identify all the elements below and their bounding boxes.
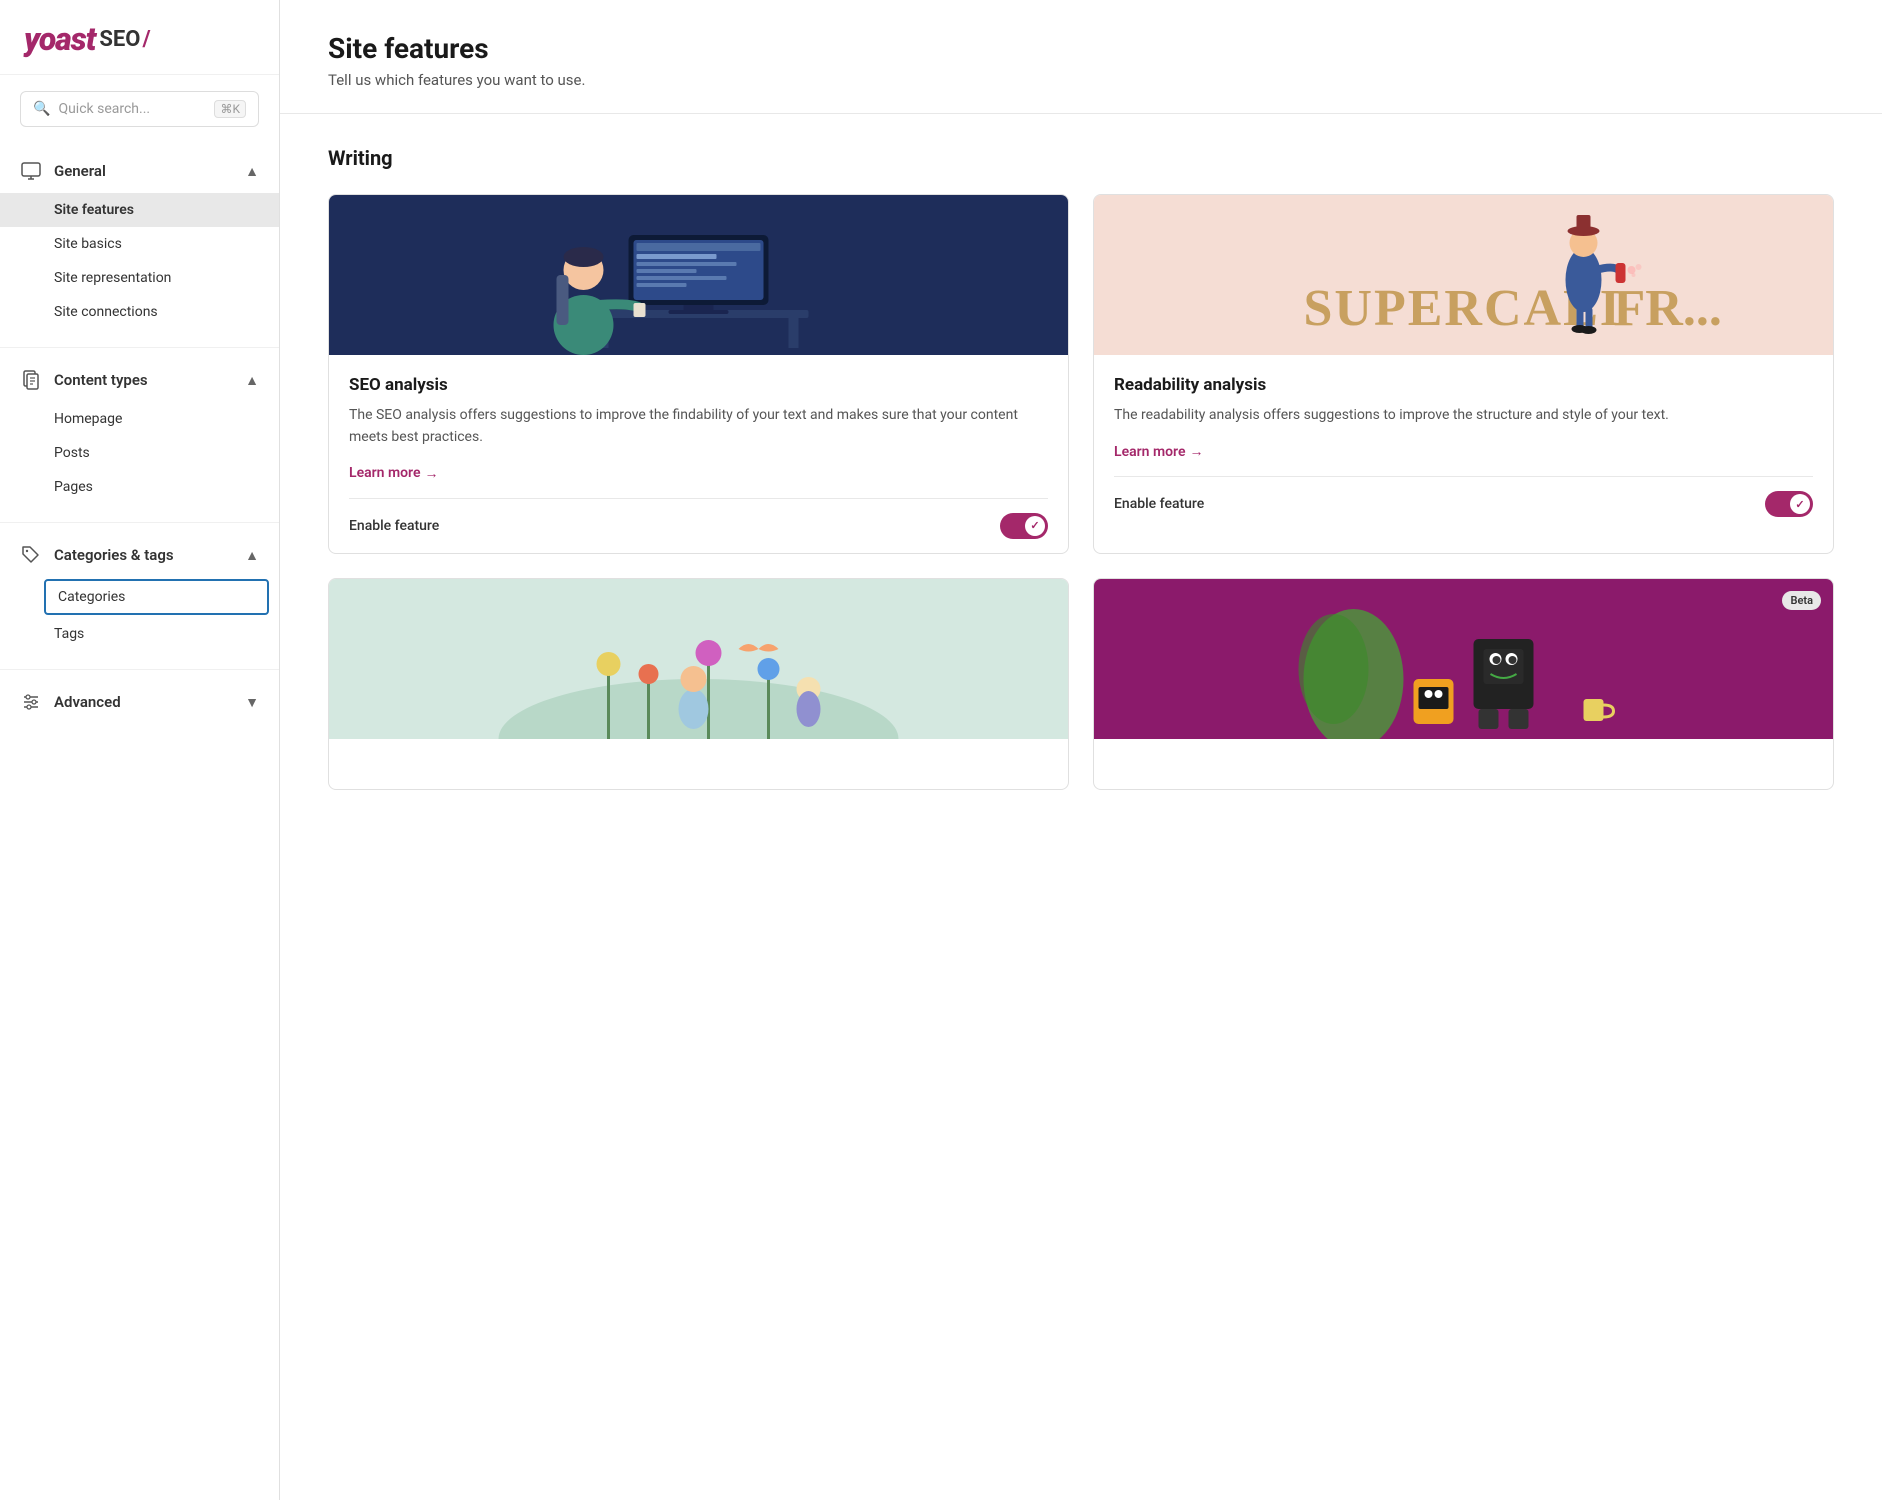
- search-box[interactable]: 🔍 Quick search... ⌘K: [20, 91, 259, 127]
- search-placeholder-text: Quick search...: [58, 101, 206, 117]
- third-feature-card: [328, 578, 1069, 790]
- search-area: 🔍 Quick search... ⌘K: [0, 75, 279, 143]
- nav-section-general: General ▲ Site features Site basics Site…: [0, 143, 279, 343]
- readability-learn-more-text: Learn more: [1114, 444, 1185, 460]
- third-card-image: [329, 579, 1068, 739]
- readability-analysis-card: SUPERCALI FR...: [1093, 194, 1834, 554]
- nav-section-content-types: Content types ▲ Homepage Posts Pages: [0, 352, 279, 518]
- general-nav-items: Site features Site basics Site represent…: [0, 191, 279, 335]
- sidebar-item-tags[interactable]: Tags: [0, 617, 279, 651]
- monitor-icon: [20, 161, 42, 181]
- nav-section-header-left-content-types: Content types: [20, 370, 148, 390]
- page-subtitle: Tell us which features you want to use.: [328, 71, 1834, 89]
- categories-tags-chevron-icon: ▲: [245, 547, 259, 564]
- logo: yoast SEO/: [24, 20, 255, 58]
- seo-learn-more-arrow: →: [424, 465, 438, 482]
- content-area: Writing: [280, 114, 1882, 846]
- sliders-icon: [20, 692, 42, 712]
- sidebar-item-site-representation[interactable]: Site representation: [0, 261, 279, 295]
- sidebar-item-site-connections[interactable]: Site connections: [0, 295, 279, 329]
- sidebar: yoast SEO/ 🔍 Quick search... ⌘K General: [0, 0, 280, 1500]
- seo-analysis-card-footer: Enable feature ✓: [329, 499, 1068, 553]
- nav-section-header-left-general: General: [20, 161, 106, 181]
- document-icon: [20, 370, 42, 390]
- divider-general: [0, 347, 279, 348]
- readability-description: The readability analysis offers suggesti…: [1114, 405, 1813, 427]
- sidebar-item-homepage[interactable]: Homepage: [0, 402, 279, 436]
- fourth-card-body: [1094, 739, 1833, 789]
- logo-yoast: yoast: [24, 20, 95, 58]
- main-content: Site features Tell us which features you…: [280, 0, 1882, 1500]
- readability-card-image: SUPERCALI FR...: [1094, 195, 1833, 355]
- page-header: Site features Tell us which features you…: [280, 0, 1882, 114]
- seo-analysis-card: SEO analysis The SEO analysis offers sug…: [328, 194, 1069, 554]
- sidebar-item-site-features[interactable]: Site features: [0, 193, 279, 227]
- seo-toggle-check-icon: ✓: [1030, 519, 1039, 532]
- seo-learn-more-text: Learn more: [349, 465, 420, 481]
- writing-section-title: Writing: [328, 146, 1834, 170]
- advanced-chevron-icon: ▼: [245, 694, 259, 711]
- search-shortcut: ⌘K: [214, 100, 246, 118]
- divider-categories-tags: [0, 669, 279, 670]
- readability-learn-more[interactable]: Learn more →: [1114, 443, 1203, 460]
- nav-section-advanced: Advanced ▼: [0, 674, 279, 730]
- nav-section-header-advanced[interactable]: Advanced ▼: [0, 682, 279, 722]
- readability-title: Readability analysis: [1114, 375, 1813, 395]
- nav-section-header-categories-tags[interactable]: Categories & tags ▲: [0, 535, 279, 575]
- seo-analysis-card-image: [329, 195, 1068, 355]
- nav-section-header-left-categories-tags: Categories & tags: [20, 545, 174, 565]
- readability-enable-label: Enable feature: [1114, 496, 1204, 512]
- nav-section-header-content-types[interactable]: Content types ▲: [0, 360, 279, 400]
- sidebar-item-posts[interactable]: Posts: [0, 436, 279, 470]
- readability-card-footer: Enable feature ✓: [1094, 477, 1833, 531]
- sidebar-item-site-basics[interactable]: Site basics: [0, 227, 279, 261]
- readability-toggle-check-icon: ✓: [1795, 498, 1804, 511]
- advanced-section-title: Advanced: [54, 693, 121, 711]
- sidebar-item-categories[interactable]: Categories: [44, 579, 269, 615]
- general-chevron-icon: ▲: [245, 163, 259, 180]
- categories-tags-section-title: Categories & tags: [54, 546, 174, 564]
- seo-analysis-description: The SEO analysis offers suggestions to i…: [349, 405, 1048, 448]
- general-section-title: General: [54, 162, 106, 180]
- readability-enable-toggle[interactable]: ✓: [1765, 491, 1813, 517]
- feature-cards-grid: SEO analysis The SEO analysis offers sug…: [328, 194, 1834, 790]
- nav-section-header-general[interactable]: General ▲: [0, 151, 279, 191]
- seo-analysis-card-body: SEO analysis The SEO analysis offers sug…: [329, 355, 1068, 498]
- logo-slash: /: [142, 27, 150, 52]
- third-card-body: [329, 739, 1068, 789]
- page-title: Site features: [328, 32, 1834, 65]
- seo-enable-toggle[interactable]: ✓: [1000, 513, 1048, 539]
- logo-seo: SEO: [99, 27, 140, 52]
- content-types-section-title: Content types: [54, 371, 148, 389]
- readability-toggle-knob: ✓: [1790, 494, 1810, 514]
- search-icon: 🔍: [33, 101, 50, 117]
- content-types-nav-items: Homepage Posts Pages: [0, 400, 279, 510]
- nav-section-header-left-advanced: Advanced: [20, 692, 121, 712]
- tag-icon: [20, 545, 42, 565]
- readability-learn-more-arrow: →: [1189, 443, 1203, 460]
- svg-text:FR...: FR...: [1614, 280, 1722, 337]
- beta-badge: Beta: [1782, 591, 1821, 610]
- nav-section-categories-tags: Categories & tags ▲ Categories Tags: [0, 527, 279, 665]
- divider-content-types: [0, 522, 279, 523]
- fourth-card-image: Beta: [1094, 579, 1833, 739]
- seo-analysis-learn-more[interactable]: Learn more →: [349, 465, 438, 482]
- categories-tags-nav-items: Categories Tags: [0, 575, 279, 657]
- fourth-feature-card: Beta: [1093, 578, 1834, 790]
- sidebar-item-pages[interactable]: Pages: [0, 470, 279, 504]
- readability-card-body: Readability analysis The readability ana…: [1094, 355, 1833, 476]
- seo-analysis-title: SEO analysis: [349, 375, 1048, 395]
- logo-area: yoast SEO/: [0, 0, 279, 75]
- content-types-chevron-icon: ▲: [245, 372, 259, 389]
- seo-toggle-knob: ✓: [1025, 516, 1045, 536]
- seo-enable-label: Enable feature: [349, 518, 439, 534]
